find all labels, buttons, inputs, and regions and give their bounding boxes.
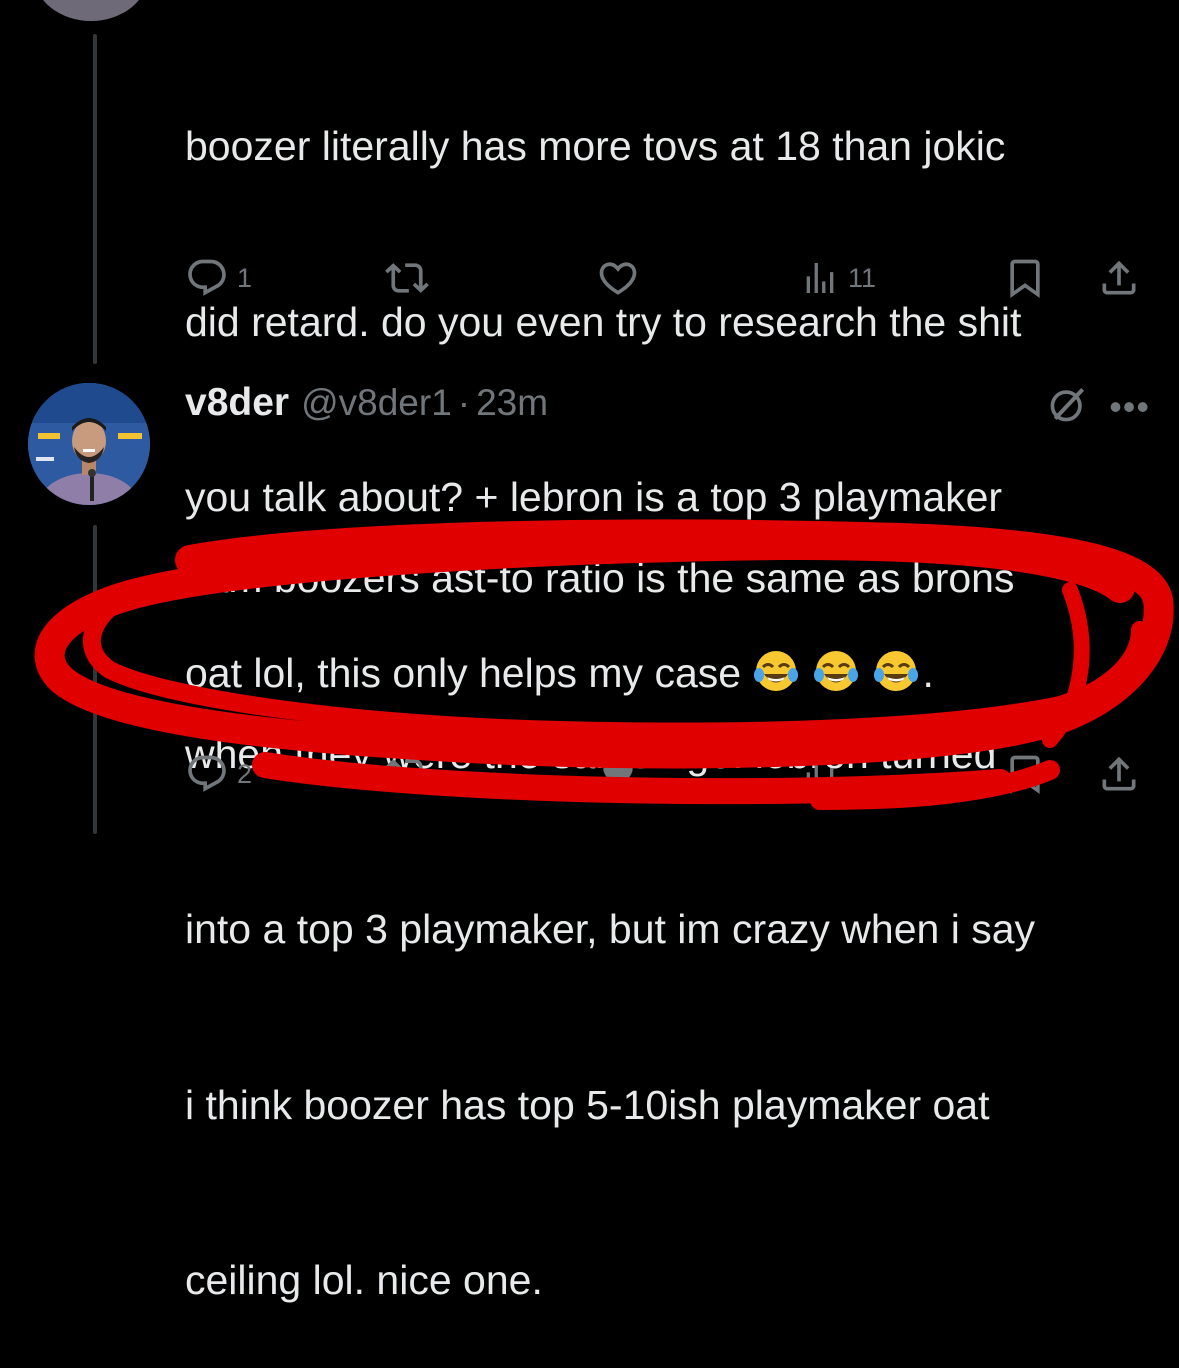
retweet-icon (385, 263, 429, 293)
avatar[interactable] (33, 0, 149, 21)
like-button[interactable] (595, 752, 641, 796)
views-icon (806, 263, 834, 293)
thread-line-top (93, 34, 97, 364)
share-button[interactable] (1097, 256, 1141, 300)
share-button[interactable] (1097, 752, 1141, 796)
views-count: 11 (848, 262, 877, 293)
tweet-line: cam boozers ast-to ratio is the same as … (185, 555, 1015, 601)
grok-icon[interactable] (1046, 382, 1090, 426)
tweet-line: into a top 3 playmaker, but im crazy whe… (185, 906, 1036, 952)
views-icon (806, 759, 834, 789)
tweet-line: boozer literally has more tovs at 18 tha… (185, 123, 1006, 169)
share-icon (1102, 260, 1136, 295)
retweet-icon (385, 759, 429, 789)
reply-count: 2 (237, 758, 253, 789)
reply-icon (188, 755, 226, 792)
avatar-photo (28, 383, 150, 505)
bookmark-button[interactable] (1003, 752, 1047, 796)
more-icon[interactable]: ••• (1109, 386, 1150, 428)
reply-button[interactable]: 1 (185, 256, 252, 300)
avatar[interactable] (28, 383, 150, 505)
tweet-header: v8der @v8der1 · 23m ••• (185, 376, 1150, 430)
like-button[interactable] (595, 256, 649, 300)
separator: · (457, 382, 471, 423)
retweet-button[interactable] (383, 256, 439, 300)
retweet-button[interactable] (383, 752, 431, 796)
tweet-line: i think boozer has top 5-10ish playmaker… (185, 1081, 990, 1128)
views-button[interactable]: 11 (800, 256, 876, 300)
reply-button[interactable]: 2 (185, 752, 252, 796)
timestamp[interactable]: 23m (476, 382, 548, 424)
tweet-line: did retard. do you even try to research … (185, 298, 1022, 345)
tweet-actions: 1 11 (185, 256, 1145, 300)
share-icon (1102, 756, 1136, 791)
tweet-actions: 2 (185, 752, 1145, 796)
views-button[interactable] (800, 752, 840, 796)
tweet-line: ceiling lol. nice one. (185, 1257, 543, 1303)
display-name[interactable]: v8der (185, 381, 289, 425)
bookmark-icon (1010, 259, 1040, 299)
reply-count: 1 (237, 262, 253, 293)
bookmark-button[interactable] (1003, 256, 1047, 300)
heart-icon (599, 262, 637, 295)
heart-icon (603, 762, 633, 787)
thread-line-bottom (93, 525, 97, 834)
reply-icon (188, 259, 226, 296)
tweet-text: cam boozers ast-to ratio is the same as … (185, 432, 1035, 1368)
user-handle[interactable]: @v8der1 (301, 382, 452, 424)
bookmark-icon (1010, 755, 1040, 795)
